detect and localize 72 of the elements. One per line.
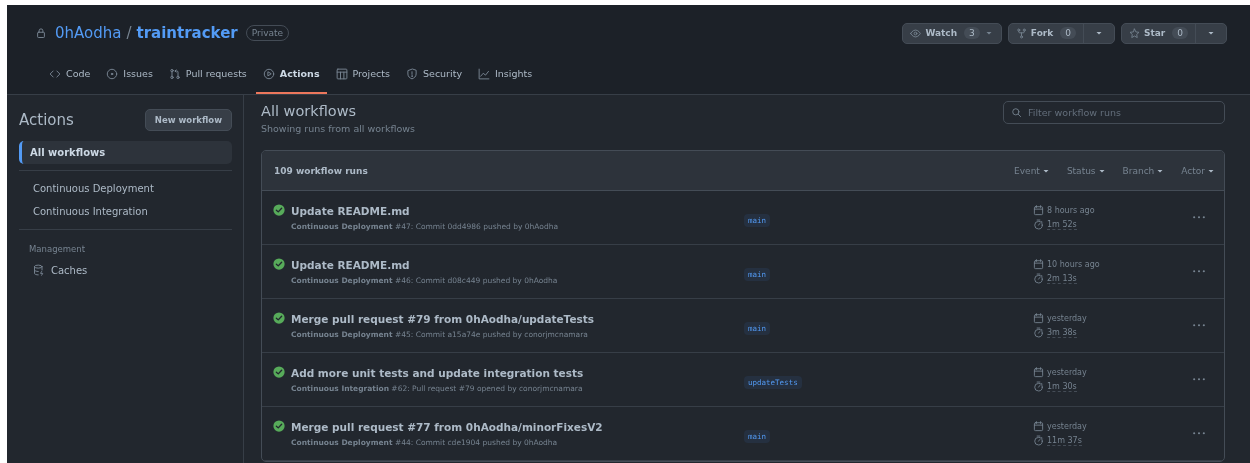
repo-tab[interactable]: Code xyxy=(42,55,98,94)
calendar-icon xyxy=(1033,313,1044,324)
play-icon xyxy=(262,67,275,80)
new-workflow-button[interactable]: New workflow xyxy=(144,109,232,131)
run-duration: 11m 37s xyxy=(1047,435,1082,446)
shield-icon xyxy=(406,67,418,80)
page-subtitle: Showing runs from all workflows xyxy=(261,123,415,134)
watch-button[interactable]: Watch 3 xyxy=(903,23,1001,43)
repo-tab[interactable]: Issues xyxy=(99,55,160,94)
run-count: 109 workflow runs xyxy=(274,165,368,176)
check-circle-icon xyxy=(273,366,285,378)
star-icon xyxy=(1128,27,1140,39)
calendar-icon xyxy=(1033,421,1044,432)
run-duration: 3m 38s xyxy=(1047,327,1077,338)
check-circle-icon xyxy=(273,204,285,216)
sidebar-title: Actions xyxy=(19,111,74,129)
run-title[interactable]: Add more unit tests and update integration tests xyxy=(291,366,744,379)
run-duration: 1m 52s xyxy=(1047,219,1077,230)
run-title[interactable]: Update README.md xyxy=(291,258,744,271)
graph-icon xyxy=(478,67,490,80)
calendar-icon xyxy=(1033,367,1044,378)
count-label: 0 xyxy=(1172,27,1188,39)
stopwatch-icon xyxy=(1033,273,1044,284)
count-label: 0 xyxy=(1060,27,1076,39)
issue-icon xyxy=(106,67,119,80)
page-title: All workflows xyxy=(261,103,358,119)
owner-link[interactable]: 0hAodha xyxy=(55,24,122,42)
stopwatch-icon xyxy=(1033,381,1044,392)
more-icon xyxy=(1193,378,1205,381)
table-icon xyxy=(335,67,348,80)
pull-request-icon xyxy=(168,67,181,80)
lock-icon xyxy=(35,27,47,39)
stopwatch-icon xyxy=(1033,327,1044,338)
calendar-icon xyxy=(1033,205,1044,216)
run-title[interactable]: Merge pull request #77 from 0hAodha/minorFixesV2 xyxy=(291,420,744,433)
run-duration: 2m 13s xyxy=(1047,273,1077,284)
database-icon xyxy=(33,264,45,276)
run-date: 10 hours ago xyxy=(1047,260,1100,269)
run-title[interactable]: Update README.md xyxy=(291,204,744,217)
separator: / xyxy=(126,24,132,42)
run-title[interactable]: Merge pull request #79 from 0hAodha/updateTests xyxy=(291,312,744,325)
code-icon xyxy=(49,67,61,80)
repo-link[interactable]: traintracker xyxy=(136,24,238,42)
calendar-icon xyxy=(1033,259,1044,270)
sidebar-item[interactable]: Continuous Deployment xyxy=(19,177,232,200)
sidebar-item[interactable]: Continuous Integration xyxy=(19,200,232,223)
sidebar-item[interactable]: Caches xyxy=(19,258,232,282)
filter-field[interactable]: Filter workflow runs xyxy=(1003,101,1225,124)
stopwatch-icon xyxy=(1033,435,1044,446)
run-date: yesterday xyxy=(1047,368,1087,377)
more-icon xyxy=(1193,270,1205,273)
repo-tab[interactable]: Pull requests xyxy=(161,55,254,94)
fork-icon xyxy=(1015,27,1027,39)
repo-tab[interactable]: Insights xyxy=(471,55,540,94)
run-date: 8 hours ago xyxy=(1047,206,1095,215)
repo-tab[interactable]: Actions xyxy=(255,55,327,94)
more-icon xyxy=(1193,324,1205,327)
sidebar-item[interactable]: All workflows xyxy=(19,141,232,164)
more-icon xyxy=(1193,216,1205,219)
run-date: yesterday xyxy=(1047,422,1087,431)
check-circle-icon xyxy=(273,258,285,270)
check-circle-icon xyxy=(273,312,285,324)
run-duration: 1m 30s xyxy=(1047,381,1077,392)
stopwatch-icon xyxy=(1033,219,1044,230)
eye-icon xyxy=(910,27,922,39)
count-label: 3 xyxy=(964,27,980,39)
section-heading: Management xyxy=(28,243,86,256)
more-icon xyxy=(1193,432,1205,435)
check-circle-icon xyxy=(273,420,285,432)
repo-tab[interactable]: Projects xyxy=(328,55,397,94)
repo-tab[interactable]: Security xyxy=(399,55,469,94)
run-date: yesterday xyxy=(1047,314,1087,323)
